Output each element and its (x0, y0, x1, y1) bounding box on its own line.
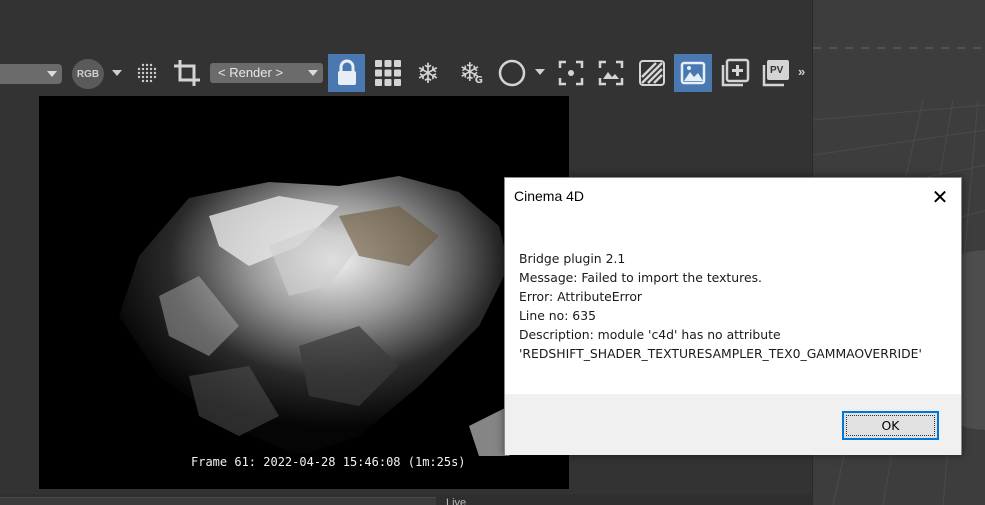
frame-info-label: Frame 61: 2022-04-28 15:46:08 (1m:25s) (187, 453, 470, 471)
dialog-footer: OK (505, 394, 961, 455)
chevron-down-icon (308, 70, 318, 76)
circle-icon[interactable] (496, 58, 528, 88)
error-dialog: Cinema 4D ✕ Bridge plugin 2.1 Message: F… (504, 177, 962, 455)
dither-icon[interactable] (132, 58, 162, 88)
live-label: Live (446, 497, 467, 505)
dialog-line: Bridge plugin 2.1 (519, 251, 626, 266)
render-select-dropdown[interactable]: < Render > (210, 63, 323, 83)
circle-options-caret-icon[interactable] (535, 69, 545, 75)
stripes-icon[interactable] (636, 58, 668, 88)
picture-viewer-icon[interactable]: PV (760, 58, 792, 88)
snowflake-icon[interactable]: ❄ (411, 57, 445, 90)
grid-icon[interactable] (371, 58, 405, 88)
render-select-value: < Render > (218, 65, 284, 80)
view-select-dropdown[interactable] (0, 64, 62, 84)
ok-button[interactable]: OK (842, 411, 939, 440)
chevron-down-icon (47, 71, 57, 77)
dialog-line: Error: AttributeError (519, 289, 643, 304)
status-field (0, 497, 436, 505)
rgb-channel-button[interactable]: RGB (72, 59, 104, 89)
image-compare-icon[interactable] (674, 54, 712, 92)
toolbar-overflow-button[interactable]: » (798, 64, 805, 79)
render-viewport[interactable]: Frame 61: 2022-04-28 15:46:08 (1m:25s) (39, 96, 569, 489)
image-fit-icon[interactable] (595, 58, 627, 88)
pv-label: PV (770, 65, 784, 76)
rgb-options-caret-icon[interactable] (112, 70, 122, 76)
region-render-icon[interactable] (555, 58, 587, 88)
dialog-title: Cinema 4D (514, 188, 585, 204)
lock-icon[interactable] (328, 54, 365, 92)
crop-icon[interactable] (170, 58, 204, 88)
dialog-line: Line no: 635 (519, 308, 596, 323)
add-snapshot-icon[interactable] (718, 58, 752, 88)
snowflake-g-icon[interactable]: ❄ G (453, 58, 489, 88)
dialog-line: 'REDSHIFT_SHADER_TEXTURESAMPLER_TEX0_GAM… (519, 346, 922, 361)
close-icon[interactable]: ✕ (927, 184, 953, 210)
dialog-line: Description: module 'c4d' has no attribu… (519, 327, 781, 342)
rendered-rock-image (39, 96, 569, 489)
dialog-message: Bridge plugin 2.1 Message: Failed to imp… (519, 249, 949, 363)
dialog-line: Message: Failed to import the textures. (519, 270, 762, 285)
